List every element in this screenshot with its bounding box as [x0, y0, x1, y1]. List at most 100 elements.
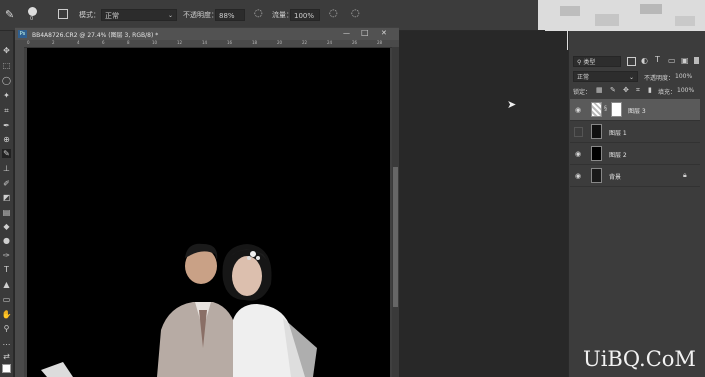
lock-artboard-icon[interactable]: ⌗: [636, 86, 640, 95]
minimize-button[interactable]: —: [343, 29, 350, 37]
healing-tool-icon[interactable]: ⊕: [2, 135, 11, 144]
hand-tool-icon[interactable]: ✋: [2, 310, 12, 319]
pen-tool-icon[interactable]: ✑: [2, 251, 11, 260]
lock-label: 锁定：: [573, 89, 592, 96]
layer-filter-select[interactable]: ⚲ 类型: [573, 56, 621, 67]
lock-all-icon[interactable]: ▮: [648, 86, 652, 94]
ruler-tick-label: 26: [352, 40, 358, 45]
mode-label: 模式：: [79, 11, 100, 19]
marquee-tool-icon[interactable]: ⬚: [2, 61, 11, 70]
document-title: BB4A8726.CR2 @ 27.4% (图层 3, RGB/8) *: [32, 32, 159, 39]
more-tools-icon[interactable]: …: [2, 338, 11, 347]
size-pressure-icon[interactable]: ◌: [351, 8, 360, 19]
mode-value: 正常: [105, 12, 119, 20]
document-tab[interactable]: Ps BB4A8726.CR2 @ 27.4% (图层 3, RGB/8) * …: [15, 28, 399, 40]
layer-mask-thumbnail[interactable]: [611, 102, 622, 117]
image-canvas[interactable]: [27, 48, 390, 377]
layer-row[interactable]: 图层 1: [570, 121, 700, 143]
layer-thumbnail: [591, 168, 602, 183]
link-icon[interactable]: §: [604, 105, 607, 112]
opacity-pressure-icon[interactable]: ◌: [254, 8, 263, 19]
brush-tool-icon[interactable]: ✎: [5, 8, 14, 21]
lock-image-icon[interactable]: ✎: [610, 86, 616, 94]
ruler-tick-label: 0: [27, 40, 30, 45]
ruler-tick-label: 24: [327, 40, 333, 45]
fill-value[interactable]: 100%: [677, 87, 694, 94]
eye-icon[interactable]: ◉: [575, 106, 581, 114]
mode-select[interactable]: 正常 ⌄: [101, 9, 177, 21]
mouse-pointer-icon: ➤: [507, 98, 517, 111]
ruler-tick-label: 10: [152, 40, 158, 45]
move-tool-icon[interactable]: ✥: [2, 46, 11, 55]
brush-size-value: 0: [30, 16, 34, 22]
brush-settings-panel-icon[interactable]: [58, 9, 68, 19]
lock-icon: 🔒︎: [683, 171, 687, 179]
search-icon: ⚲: [577, 59, 582, 66]
eraser-tool-icon[interactable]: ◩: [2, 193, 11, 202]
crop-tool-icon[interactable]: ⌗: [2, 106, 11, 115]
opacity-value: 88%: [219, 12, 235, 20]
flow-value: 100%: [294, 12, 315, 20]
ruler-tick-label: 6: [102, 40, 105, 45]
ruler-tick-label: 14: [202, 40, 208, 45]
foreground-color-swatch[interactable]: [2, 364, 11, 373]
ruler-tick-label: 8: [127, 40, 130, 45]
path-selection-tool-icon[interactable]: ▲: [2, 280, 11, 289]
layer-row[interactable]: ◉ 图层 2: [570, 143, 700, 165]
close-button[interactable]: ✕: [381, 29, 387, 37]
shape-tool-icon[interactable]: ▭: [2, 295, 11, 304]
swap-colors-icon[interactable]: ⇄: [2, 352, 11, 361]
watermark-logo: UiBQ.CoM: [583, 347, 696, 371]
ruler-tick-label: 22: [302, 40, 308, 45]
pixelated-block: [640, 4, 662, 14]
filter-pixel-icon[interactable]: [627, 57, 636, 66]
zoom-tool-icon[interactable]: ⚲: [2, 324, 11, 333]
restore-button[interactable]: □: [361, 28, 369, 37]
dodge-tool-icon[interactable]: ●: [2, 236, 11, 245]
eyedropper-tool-icon[interactable]: ✒: [2, 121, 11, 130]
white-object-fragment: [41, 362, 73, 377]
airbrush-icon[interactable]: ◌: [329, 8, 338, 19]
magic-wand-tool-icon[interactable]: ✦: [2, 91, 11, 100]
brush-preset-picker[interactable]: 0: [24, 5, 42, 23]
stamp-tool-icon[interactable]: ⊥: [2, 164, 11, 173]
scrollbar-thumb[interactable]: [393, 167, 398, 307]
eye-icon[interactable]: ◉: [575, 150, 581, 158]
ruler-tick-label: 16: [227, 40, 233, 45]
history-brush-tool-icon[interactable]: ✐: [2, 179, 11, 188]
blend-mode-select[interactable]: 正常 ⌄: [573, 71, 638, 82]
eye-toggle-empty[interactable]: [574, 127, 583, 137]
filter-adjustment-icon[interactable]: ◐: [641, 56, 648, 65]
filter-shape-icon[interactable]: ▭: [668, 56, 676, 65]
eye-icon[interactable]: ◉: [575, 172, 581, 180]
photoshop-file-icon: Ps: [18, 30, 27, 38]
layer-name: 图层 2: [609, 152, 627, 159]
horizontal-ruler: 0 2 4 6 8 10 12 14 16 18 20 22 24 26 28: [15, 40, 399, 48]
panel-opacity-value[interactable]: 100%: [675, 73, 692, 80]
ruler-tick-label: 2: [52, 40, 55, 45]
brush-tool-icon[interactable]: ✎: [2, 149, 11, 158]
layers-panel: ⚲ 类型 ◐ T ▭ ▣ 正常 ⌄ 不透明度： 100% 锁定： ▦ ✎ ✥ ⌗…: [568, 31, 705, 377]
lock-transparent-icon[interactable]: ▦: [596, 86, 603, 94]
filter-toggle-icon[interactable]: [694, 57, 699, 64]
ruler-tick-label: 4: [77, 40, 80, 45]
opacity-label: 不透明度：: [183, 11, 218, 19]
type-tool-icon[interactable]: T: [2, 265, 11, 274]
ruler-tick-label: 12: [177, 40, 183, 45]
vertical-scrollbar[interactable]: [392, 47, 399, 377]
layer-row[interactable]: ◉ 背景 🔒︎: [570, 165, 700, 187]
gradient-tool-icon[interactable]: ▤: [2, 208, 11, 217]
workspace-background: ➤: [399, 31, 567, 377]
blur-tool-icon[interactable]: ◆: [2, 222, 11, 231]
lasso-tool-icon[interactable]: ◯: [2, 76, 11, 85]
layer-row[interactable]: ◉ § 图层 3: [570, 99, 700, 121]
lock-position-icon[interactable]: ✥: [623, 86, 629, 94]
flow-input[interactable]: 100%: [290, 9, 320, 21]
wedding-photo: [41, 243, 317, 377]
panel-opacity-label: 不透明度：: [644, 75, 675, 82]
pixelated-block: [675, 16, 695, 26]
filter-type-icon[interactable]: T: [655, 55, 660, 64]
opacity-input[interactable]: 88%: [215, 9, 245, 21]
chevron-down-icon: ⌄: [628, 74, 634, 81]
filter-smart-object-icon[interactable]: ▣: [681, 56, 689, 65]
